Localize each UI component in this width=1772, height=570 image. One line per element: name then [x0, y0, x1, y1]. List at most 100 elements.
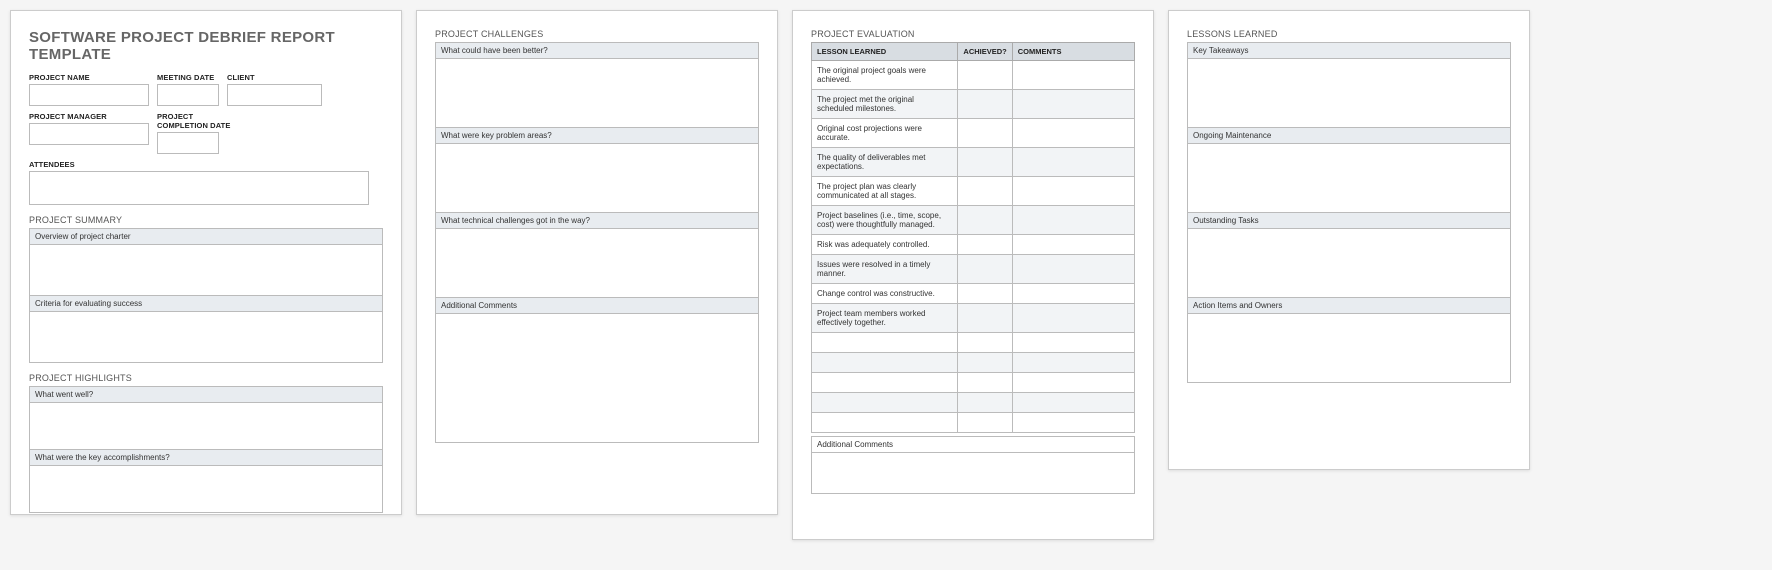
field-meeting-date: MEETING DATE: [157, 73, 219, 106]
eval-row-achieved[interactable]: [958, 255, 1012, 284]
th-lesson: LESSON LEARNED: [812, 43, 958, 61]
eval-row-lesson: The project met the original scheduled m…: [812, 90, 958, 119]
input-attendees[interactable]: [29, 171, 369, 205]
page-1: SOFTWARE PROJECT DEBRIEF REPORT TEMPLATE…: [10, 10, 402, 515]
field-project-manager: PROJECT MANAGER: [29, 112, 149, 154]
subheader-maintenance: Ongoing Maintenance: [1187, 127, 1511, 143]
input-went-well[interactable]: [29, 402, 383, 450]
eval-row-lesson: [812, 333, 958, 353]
evaluation-tbody: The original project goals were achieved…: [812, 61, 1135, 433]
page-2: PROJECT CHALLENGES What could have been …: [416, 10, 778, 515]
eval-row-lesson: The quality of deliverables met expectat…: [812, 148, 958, 177]
label-project-name: PROJECT NAME: [29, 73, 149, 82]
label-client: CLIENT: [227, 73, 322, 82]
eval-row-comments[interactable]: [1012, 304, 1134, 333]
document-title: SOFTWARE PROJECT DEBRIEF REPORT TEMPLATE: [29, 29, 383, 63]
input-maintenance[interactable]: [1187, 143, 1511, 213]
th-achieved: ACHIEVED?: [958, 43, 1012, 61]
eval-row-comments[interactable]: [1012, 61, 1134, 90]
eval-row-comments[interactable]: [1012, 206, 1134, 235]
eval-row-comments[interactable]: [1012, 148, 1134, 177]
subheader-accomplishments: What were the key accomplishments?: [29, 449, 383, 465]
eval-row-achieved[interactable]: [958, 206, 1012, 235]
eval-row-comments[interactable]: [1012, 333, 1134, 353]
eval-row-comments[interactable]: [1012, 90, 1134, 119]
input-completion-date[interactable]: [157, 132, 219, 154]
label-meeting-date: MEETING DATE: [157, 73, 219, 82]
input-better[interactable]: [435, 58, 759, 128]
subheader-tech-challenges: What technical challenges got in the way…: [435, 212, 759, 228]
eval-row-lesson: Project baselines (i.e., time, scope, co…: [812, 206, 958, 235]
input-client[interactable]: [227, 84, 322, 106]
eval-row-achieved[interactable]: [958, 177, 1012, 206]
eval-row-achieved[interactable]: [958, 284, 1012, 304]
eval-row-comments[interactable]: [1012, 353, 1134, 373]
eval-row-lesson: Original cost projections were accurate.: [812, 119, 958, 148]
input-outstanding[interactable]: [1187, 228, 1511, 298]
section-project-evaluation: PROJECT EVALUATION: [811, 29, 1135, 39]
subheader-overview: Overview of project charter: [29, 228, 383, 244]
eval-row-lesson: Issues were resolved in a timely manner.: [812, 255, 958, 284]
input-project-manager[interactable]: [29, 123, 149, 145]
eval-row-lesson: [812, 413, 958, 433]
eval-row-lesson: [812, 373, 958, 393]
th-comments: COMMENTS: [1012, 43, 1134, 61]
eval-row-achieved[interactable]: [958, 333, 1012, 353]
input-criteria[interactable]: [29, 311, 383, 363]
eval-row-lesson: Change control was constructive.: [812, 284, 958, 304]
subheader-action-items: Action Items and Owners: [1187, 297, 1511, 313]
subheader-key-takeaways: Key Takeaways: [1187, 42, 1511, 58]
field-row-2: PROJECT MANAGER PROJECT COMPLETION DATE: [29, 112, 383, 154]
subheader-went-well: What went well?: [29, 386, 383, 402]
input-problem-areas[interactable]: [435, 143, 759, 213]
eval-row-lesson: Risk was adequately controlled.: [812, 235, 958, 255]
field-completion-date: PROJECT COMPLETION DATE: [157, 112, 230, 154]
eval-row-achieved[interactable]: [958, 119, 1012, 148]
eval-row-comments[interactable]: [1012, 235, 1134, 255]
subheader-criteria: Criteria for evaluating success: [29, 295, 383, 311]
section-project-highlights: PROJECT HIGHLIGHTS: [29, 373, 383, 383]
eval-row-achieved[interactable]: [958, 413, 1012, 433]
subheader-add-comments-3: Additional Comments: [811, 436, 1135, 452]
eval-row-comments[interactable]: [1012, 255, 1134, 284]
eval-row-comments[interactable]: [1012, 177, 1134, 206]
subheader-problem-areas: What were key problem areas?: [435, 127, 759, 143]
eval-row-comments[interactable]: [1012, 393, 1134, 413]
field-row-1: PROJECT NAME MEETING DATE CLIENT: [29, 73, 383, 106]
eval-row-achieved[interactable]: [958, 373, 1012, 393]
eval-row-comments[interactable]: [1012, 119, 1134, 148]
eval-row-comments[interactable]: [1012, 413, 1134, 433]
eval-row-achieved[interactable]: [958, 304, 1012, 333]
label-project-manager: PROJECT MANAGER: [29, 112, 149, 121]
input-add-comments-3[interactable]: [811, 452, 1135, 494]
eval-row-lesson: [812, 353, 958, 373]
field-project-name: PROJECT NAME: [29, 73, 149, 106]
eval-row-comments[interactable]: [1012, 373, 1134, 393]
input-accomplishments[interactable]: [29, 465, 383, 513]
input-meeting-date[interactable]: [157, 84, 219, 106]
input-tech-challenges[interactable]: [435, 228, 759, 298]
eval-row-achieved[interactable]: [958, 353, 1012, 373]
eval-row-achieved[interactable]: [958, 393, 1012, 413]
label-attendees: ATTENDEES: [29, 160, 383, 169]
eval-row-achieved[interactable]: [958, 235, 1012, 255]
input-key-takeaways[interactable]: [1187, 58, 1511, 128]
input-overview[interactable]: [29, 244, 383, 296]
eval-row-achieved[interactable]: [958, 61, 1012, 90]
input-project-name[interactable]: [29, 84, 149, 106]
eval-row-achieved[interactable]: [958, 148, 1012, 177]
field-client: CLIENT: [227, 73, 322, 106]
section-project-summary: PROJECT SUMMARY: [29, 215, 383, 225]
eval-row-lesson: The original project goals were achieved…: [812, 61, 958, 90]
subheader-outstanding: Outstanding Tasks: [1187, 212, 1511, 228]
eval-row-comments[interactable]: [1012, 284, 1134, 304]
eval-row-achieved[interactable]: [958, 90, 1012, 119]
subheader-better: What could have been better?: [435, 42, 759, 58]
page-3: PROJECT EVALUATION LESSON LEARNED ACHIEV…: [792, 10, 1154, 540]
input-action-items[interactable]: [1187, 313, 1511, 383]
section-project-challenges: PROJECT CHALLENGES: [435, 29, 759, 39]
evaluation-table: LESSON LEARNED ACHIEVED? COMMENTS The or…: [811, 42, 1135, 433]
label-completion-date: PROJECT COMPLETION DATE: [157, 112, 230, 130]
input-add-comments-2[interactable]: [435, 313, 759, 443]
section-lessons-learned: LESSONS LEARNED: [1187, 29, 1511, 39]
